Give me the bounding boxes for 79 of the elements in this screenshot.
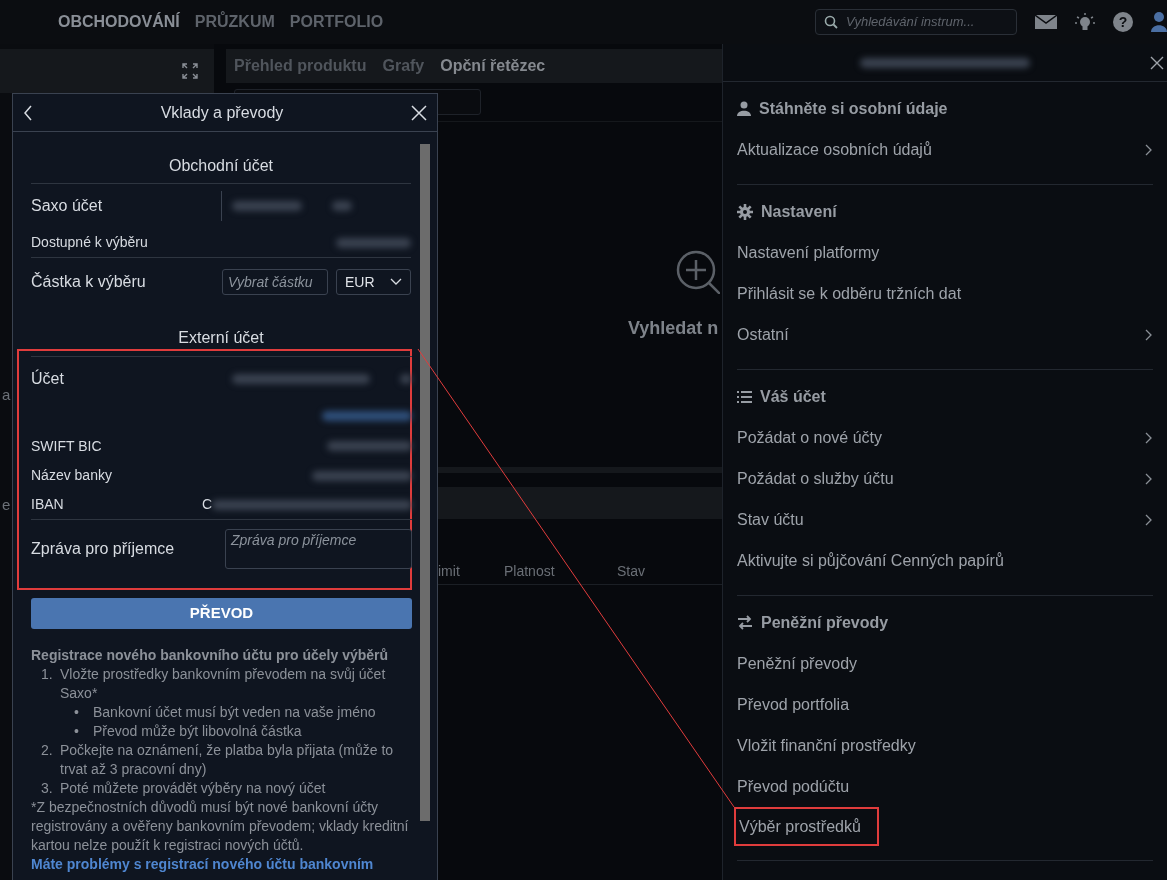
column-header: Stav — [617, 562, 646, 581]
chevron-right-icon — [1143, 430, 1153, 445]
section-heading: Stáhněte si osobní údaje — [759, 98, 948, 119]
field-label: Dostupné k výběru — [31, 233, 148, 252]
list-number: 1. — [41, 665, 54, 684]
zoom-in-icon — [676, 250, 720, 294]
menu-item[interactable]: Převod portfolia — [737, 684, 1153, 725]
gear-icon — [737, 203, 753, 220]
section-heading: Peněžní převody — [761, 612, 889, 633]
mail-icon[interactable] — [1035, 14, 1057, 30]
menu-item[interactable]: Výběr prostředků — [734, 807, 879, 846]
list-text: Počkejte na oznámení, že platba byla přijata (může to trvat až 3 pracovní dny) — [60, 741, 395, 779]
menu-item[interactable]: Ostatní — [737, 314, 1153, 355]
currency-select[interactable]: EUR — [336, 269, 411, 295]
menu-item[interactable]: Nastavení platformy — [737, 232, 1153, 273]
list-text: Vložte prostředky bankovním převodem na svůj účet Saxo* — [60, 665, 387, 703]
bullet-mark: • — [73, 703, 80, 722]
menu-item[interactable]: Stav účtu — [737, 499, 1153, 540]
scrollbar[interactable] — [420, 144, 430, 821]
dialog-title: Vklady a převody — [160, 102, 284, 123]
section-heading: Obchodní účet — [31, 148, 411, 184]
column-header: Platnost — [504, 562, 556, 581]
menu-item[interactable]: Přihlásit se k odběru tržních dat — [737, 273, 1153, 314]
user-icon[interactable] — [1151, 12, 1167, 32]
menu-item[interactable]: Aktivujte si půjčování Cenných papírů — [737, 540, 1153, 581]
amount-field[interactable]: Vybrat částku — [222, 269, 328, 295]
footnote-text: *Z bezpečnostních důvodů musí být nové bankovní účty registrovány a ověřeny bankovním převodem; vklady kreditní kartou nelze použít k registraci nových účtů. — [31, 798, 410, 855]
blurred-value — [332, 201, 352, 211]
field-label: IBAN — [31, 495, 64, 514]
chevron-right-icon — [1143, 327, 1153, 342]
chevron-right-icon — [1143, 142, 1153, 157]
list-text: Převod může být libovolná částka — [93, 722, 302, 741]
section-heading: Externí účet — [177, 328, 265, 348]
close-icon[interactable] — [1150, 56, 1164, 70]
blurred-value — [400, 374, 412, 384]
field-label: Účet — [31, 368, 64, 389]
column-header: imit — [438, 562, 461, 581]
search-field[interactable]: Vyhledávání instrum... — [844, 11, 1004, 33]
menu-item[interactable]: Požádat o služby účtu — [737, 458, 1153, 499]
list-icon — [737, 389, 752, 404]
field-label: Název banky — [31, 466, 112, 485]
list-number: 3. — [41, 779, 54, 798]
expand-icon[interactable] — [182, 63, 198, 79]
field-label: SWIFT BIC — [31, 436, 102, 456]
menu-item[interactable]: Peněžní převody — [737, 643, 1153, 684]
menu-item[interactable]: Vložit finanční prostředky — [737, 725, 1153, 766]
chevron-down-icon — [390, 278, 402, 286]
section-heading: Nastavení — [761, 201, 837, 222]
menu-item[interactable]: Požádat o nové účty — [737, 417, 1153, 458]
field-label: Částka k výběru — [31, 271, 146, 292]
field-label: Zpráva pro příjemce — [31, 539, 175, 559]
bullet-mark: • — [73, 722, 80, 741]
empty-state-text: Vyhledat n — [628, 317, 719, 340]
chevron-right-icon — [1143, 471, 1153, 486]
field-label: Saxo účet — [31, 196, 103, 216]
transfer-arrows-icon — [737, 615, 753, 630]
section-heading: Váš účet — [760, 386, 826, 407]
panel-tab[interactable]: Opční řetězec — [440, 54, 546, 78]
field-value: C — [201, 495, 212, 514]
text-fragment: a — [2, 387, 11, 403]
list-text: Poté můžete provádět výběry na nový účet — [60, 779, 326, 798]
search-box[interactable]: Vyhledávání instrum... — [815, 9, 1017, 35]
help-icon[interactable]: ? — [1113, 12, 1133, 32]
chevron-right-icon — [1143, 512, 1153, 527]
info-heading: Registrace nového bankovního účtu pro účely výběrů — [31, 646, 390, 665]
person-icon — [737, 101, 751, 116]
menu-item[interactable]: Aktualizace osobních údajů — [737, 129, 1153, 170]
message-field[interactable]: Zpráva pro příjemce — [225, 529, 412, 569]
search-icon — [824, 15, 838, 29]
transfer-button[interactable]: PŘEVOD — [31, 598, 412, 629]
help-link[interactable]: Máte problémy s registrací nového účtu bankovním — [31, 856, 374, 872]
lightbulb-icon[interactable] — [1075, 13, 1095, 31]
menu-item[interactable]: Převod podúčtu — [737, 766, 1153, 807]
blurred-value — [232, 201, 302, 211]
list-number: 2. — [41, 741, 54, 760]
text-fragment: e — [2, 497, 11, 513]
list-text: Bankovní účet musí být veden na vaše jméno — [93, 703, 376, 722]
back-icon[interactable] — [23, 104, 33, 121]
nav-tab[interactable]: OBCHODOVÁNÍ — [58, 10, 180, 34]
